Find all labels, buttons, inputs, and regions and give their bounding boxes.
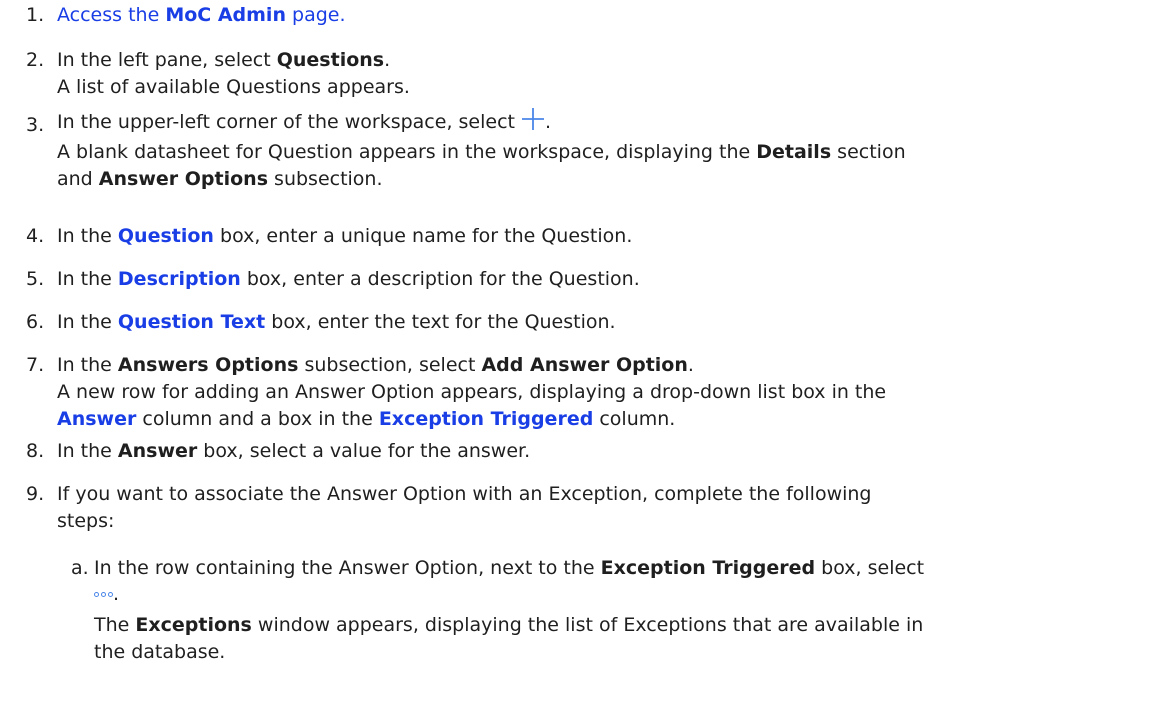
step-number: 3. xyxy=(26,114,45,136)
answer-options-label: Answer Options xyxy=(98,168,268,190)
details-label: Details xyxy=(756,141,832,163)
question-text-field-link[interactable]: Question Text xyxy=(118,311,265,333)
more-options-icon xyxy=(94,592,113,597)
step-number: 5. xyxy=(26,268,45,290)
moc-admin-link[interactable]: Access the MoC Admin page. xyxy=(57,4,346,26)
add-answer-option-label: Add Answer Option xyxy=(481,354,688,376)
step-number: 2. xyxy=(26,49,45,71)
step-number: 9. xyxy=(26,483,45,505)
step-number: 4. xyxy=(26,225,45,247)
exceptions-window-label: Exceptions xyxy=(135,614,252,636)
description-field-link[interactable]: Description xyxy=(118,268,241,290)
questions-label: Questions xyxy=(276,49,385,71)
step-number: 8. xyxy=(26,440,45,462)
answer-box-label: Answer xyxy=(117,440,198,462)
step-number: 6. xyxy=(26,311,45,333)
exception-triggered-label: Exception Triggered xyxy=(600,557,816,579)
step-number: 7. xyxy=(26,354,45,376)
answer-column-link[interactable]: Answer xyxy=(57,408,136,430)
exception-triggered-link[interactable]: Exception Triggered xyxy=(379,408,593,430)
plus-icon xyxy=(521,107,545,142)
step-number: 1. xyxy=(26,4,45,26)
step-result: A list of available Questions appears. xyxy=(57,76,410,98)
question-field-link[interactable]: Question xyxy=(118,225,214,247)
document: 1. Access the MoC Admin page. 2. In the … xyxy=(0,0,1173,721)
answers-options-label: Answers Options xyxy=(117,354,299,376)
